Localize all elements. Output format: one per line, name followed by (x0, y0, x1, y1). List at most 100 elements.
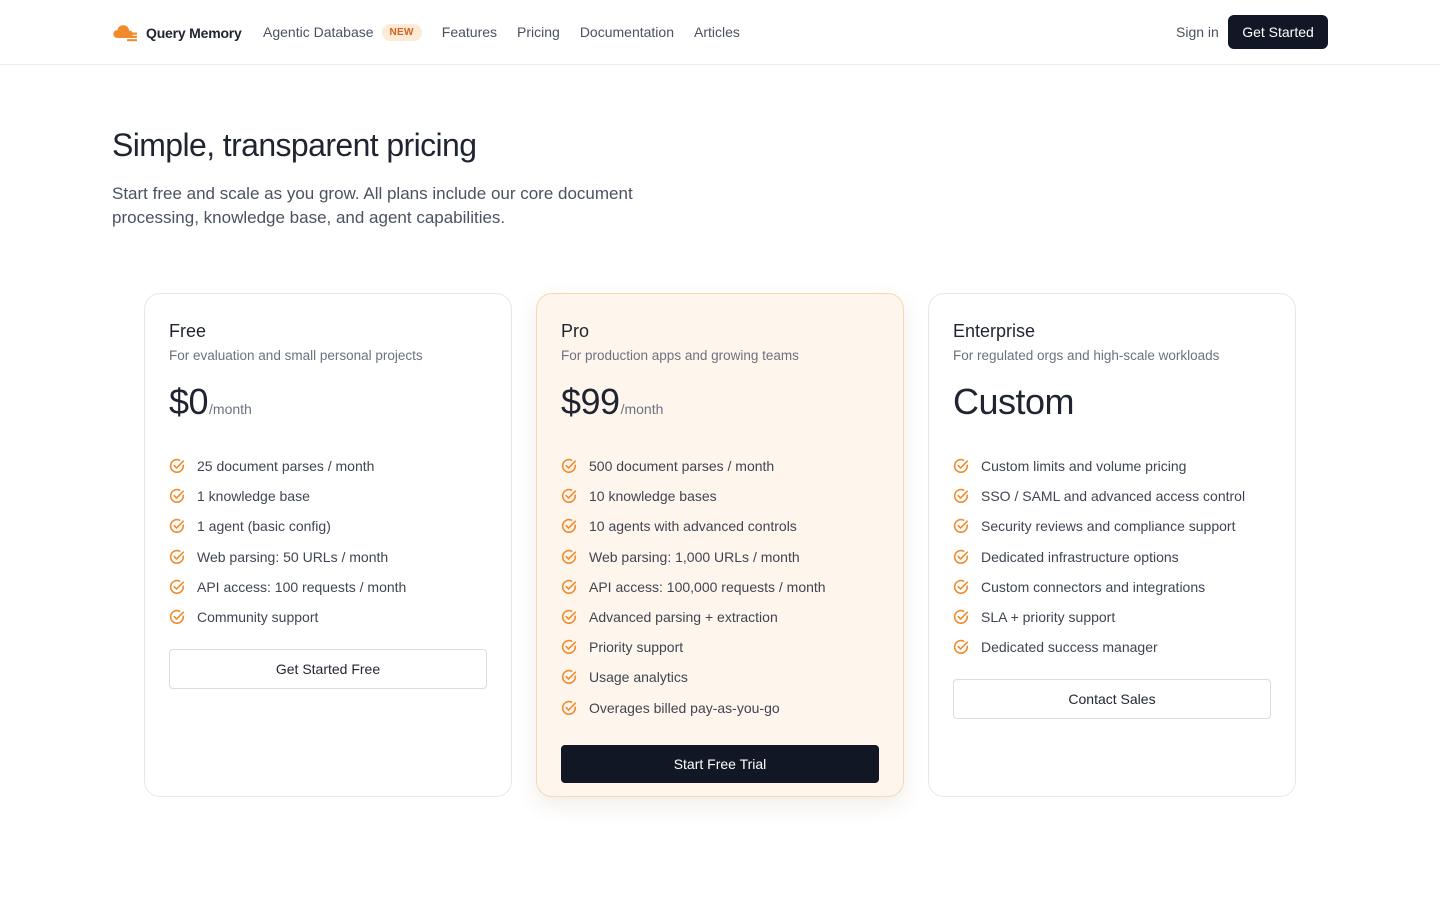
feature-item: 1 knowledge base (169, 481, 487, 511)
nav-link-features[interactable]: Features (442, 24, 497, 40)
feature-text: Custom connectors and integrations (981, 578, 1206, 595)
price-row: $0 /month (169, 382, 487, 422)
feature-item: Custom limits and volume pricing (953, 451, 1271, 481)
check-circle-icon (953, 579, 969, 595)
cloud-database-icon (112, 20, 138, 47)
nav-link-documentation[interactable]: Documentation (580, 24, 674, 40)
plan-name: Enterprise (953, 321, 1036, 341)
feature-item: API access: 100,000 requests / month (561, 572, 879, 602)
feature-item: 25 document parses / month (169, 451, 487, 481)
plan-description: For production apps and growing teams (561, 348, 799, 363)
check-circle-icon (561, 549, 577, 565)
feature-text: 500 document parses / month (589, 458, 775, 475)
nav-link-articles[interactable]: Articles (694, 24, 740, 40)
feature-item: Dedicated infrastructure options (953, 542, 1271, 572)
feature-item: Security reviews and compliance support (953, 511, 1271, 541)
feature-item: 500 document parses / month (561, 451, 879, 481)
feature-item: Priority support (561, 632, 879, 662)
check-circle-icon (561, 488, 577, 504)
feature-text: Web parsing: 1,000 URLs / month (589, 548, 800, 565)
check-circle-icon (169, 488, 185, 504)
check-circle-icon (561, 669, 577, 685)
feature-item: Community support (169, 602, 487, 632)
feature-text: Dedicated success manager (981, 639, 1158, 656)
main-nav: Agentic Database NEW Features Pricing Do… (263, 22, 760, 42)
feature-item: Usage analytics (561, 662, 879, 692)
new-badge: NEW (381, 23, 422, 41)
feature-item: API access: 100 requests / month (169, 572, 487, 602)
check-circle-icon (169, 609, 185, 625)
check-circle-icon (953, 488, 969, 504)
check-circle-icon (561, 700, 577, 716)
feature-text: Security reviews and compliance support (981, 518, 1236, 535)
feature-item: Dedicated success manager (953, 632, 1271, 662)
check-circle-icon (169, 458, 185, 474)
page-title: Simple, transparent pricing (112, 127, 477, 163)
check-circle-icon (169, 549, 185, 565)
check-circle-icon (169, 579, 185, 595)
top-navigation-bar: Query Memory Agentic Database NEW Featur… (0, 0, 1440, 65)
feature-item: Web parsing: 50 URLs / month (169, 542, 487, 572)
feature-item: Custom connectors and integrations (953, 572, 1271, 602)
feature-item: 10 knowledge bases (561, 481, 879, 511)
feature-text: Usage analytics (589, 669, 688, 686)
plan-description: For evaluation and small personal projec… (169, 348, 423, 363)
get-started-button[interactable]: Get Started (1228, 15, 1328, 49)
feature-item: Advanced parsing + extraction (561, 602, 879, 632)
feature-text: Overages billed pay-as-you-go (589, 699, 780, 716)
contact-sales-button[interactable]: Contact Sales (953, 679, 1271, 720)
plan-price: Custom (953, 381, 1075, 422)
plan-period: /month (209, 401, 252, 417)
plan-price: $99 (561, 381, 620, 422)
sign-in-link[interactable]: Sign in (1176, 24, 1219, 40)
feature-text: 10 knowledge bases (589, 488, 717, 505)
nav-link-agentic-database[interactable]: Agentic Database (263, 24, 374, 40)
get-started-free-button[interactable]: Get Started Free (169, 649, 487, 690)
check-circle-icon (953, 458, 969, 474)
feature-item: SLA + priority support (953, 602, 1271, 632)
feature-text: 1 knowledge base (197, 488, 310, 505)
feature-text: API access: 100 requests / month (197, 578, 407, 595)
plan-description: For regulated orgs and high-scale worklo… (953, 348, 1220, 363)
check-circle-icon (953, 549, 969, 565)
check-circle-icon (561, 639, 577, 655)
feature-item: Web parsing: 1,000 URLs / month (561, 542, 879, 572)
plan-card-enterprise: Enterprise For regulated orgs and high-s… (928, 293, 1296, 797)
feature-text: 10 agents with advanced controls (589, 518, 797, 535)
plan-name: Pro (561, 321, 590, 341)
feature-text: Dedicated infrastructure options (981, 548, 1179, 565)
check-circle-icon (561, 458, 577, 474)
check-circle-icon (953, 639, 969, 655)
brand-name: Query Memory (146, 25, 242, 41)
feature-item: 1 agent (basic config) (169, 511, 487, 541)
check-circle-icon (561, 518, 577, 534)
page-subtitle: Start free and scale as you grow. All pl… (112, 184, 633, 227)
feature-list: 500 document parses / month 10 knowledge … (561, 451, 879, 723)
brand-logo-link[interactable]: Query Memory (112, 20, 242, 46)
check-circle-icon (953, 518, 969, 534)
feature-text: Custom limits and volume pricing (981, 458, 1187, 475)
plan-card-pro: Pro For production apps and growing team… (536, 293, 904, 797)
feature-text: 1 agent (basic config) (197, 518, 331, 535)
feature-text: Priority support (589, 639, 684, 656)
check-circle-icon (169, 518, 185, 534)
feature-list: Custom limits and volume pricing SSO / SA… (953, 451, 1271, 662)
price-row: Custom (953, 382, 1271, 422)
feature-text: Community support (197, 609, 319, 626)
feature-text: SLA + priority support (981, 609, 1116, 626)
feature-text: 25 document parses / month (197, 458, 375, 475)
plan-card-free: Free For evaluation and small personal p… (144, 293, 512, 797)
check-circle-icon (953, 609, 969, 625)
feature-text: SSO / SAML and advanced access control (981, 488, 1246, 505)
feature-text: Web parsing: 50 URLs / month (197, 548, 389, 565)
feature-item: 10 agents with advanced controls (561, 511, 879, 541)
check-circle-icon (561, 609, 577, 625)
plan-price: $0 (169, 381, 209, 422)
feature-list: 25 document parses / month 1 knowledge ba… (169, 451, 487, 632)
nav-link-pricing[interactable]: Pricing (517, 24, 560, 40)
start-free-trial-button[interactable]: Start Free Trial (561, 744, 879, 783)
feature-text: API access: 100,000 requests / month (589, 578, 826, 595)
feature-item: SSO / SAML and advanced access control (953, 481, 1271, 511)
plan-name: Free (169, 321, 207, 341)
check-circle-icon (561, 579, 577, 595)
